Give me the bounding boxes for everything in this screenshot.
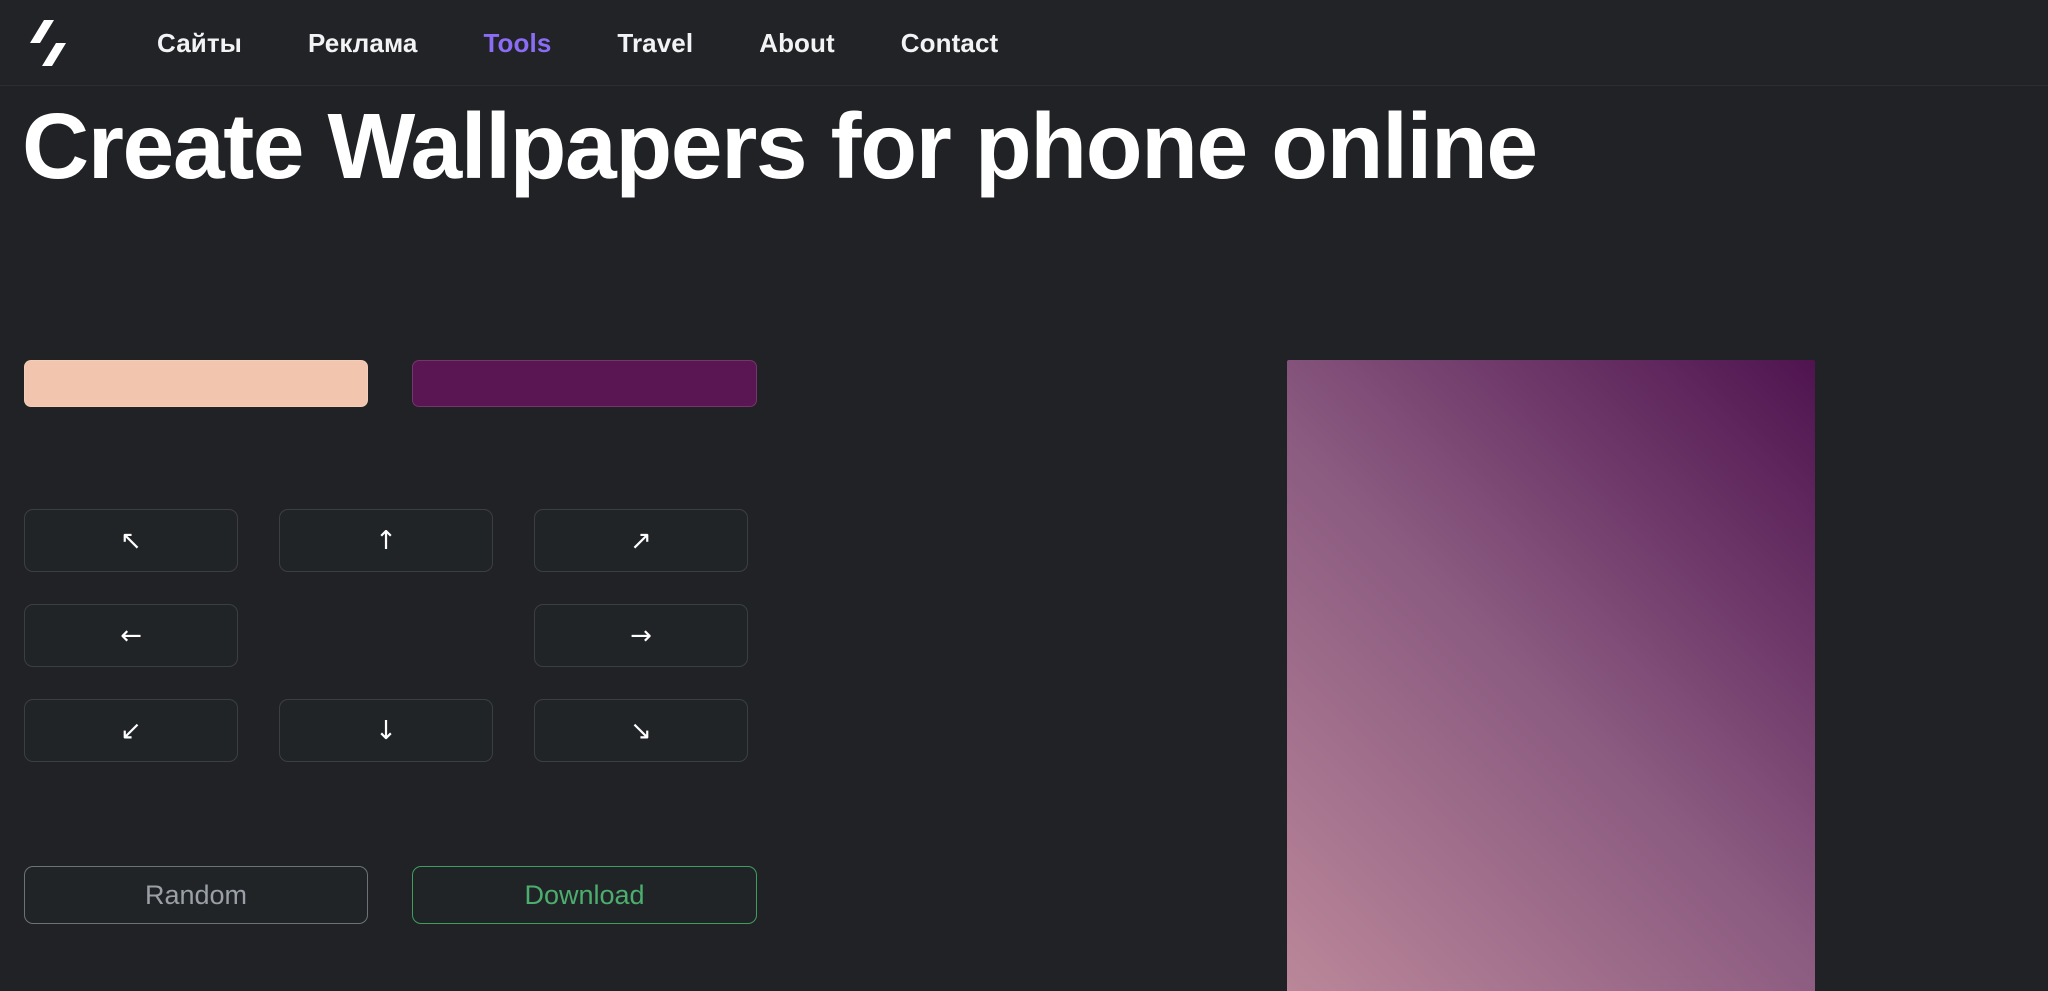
direction-left-button[interactable]: ← [24,604,238,667]
random-button[interactable]: Random [24,866,368,924]
gradient-direction-pad: ↖ ↑ ↗ ← → ↙ ↓ ↘ [24,509,784,762]
direction-down-left-button[interactable]: ↙ [24,699,238,762]
color-swatch-row [24,360,784,407]
color-swatch-end[interactable] [412,360,757,407]
direction-pad-center-gap [279,604,493,667]
direction-up-right-button[interactable]: ↗ [534,509,748,572]
direction-up-button[interactable]: ↑ [279,509,493,572]
action-button-row: Random Download [24,866,784,924]
nav-item-tools[interactable]: Tools [451,0,585,86]
nav-item-about[interactable]: About [726,0,868,86]
page-title: Create Wallpapers for phone online [22,94,1538,198]
top-navigation-bar: Сайты Реклама Tools Travel About Contact [0,0,2048,86]
nav-item-contact[interactable]: Contact [868,0,1031,86]
direction-up-left-button[interactable]: ↖ [24,509,238,572]
nav-link-list: Сайты Реклама Tools Travel About Contact [124,0,1031,86]
download-button[interactable]: Download [412,866,757,924]
nav-item-sajty[interactable]: Сайты [124,0,275,86]
lightning-slash-logo-icon[interactable] [24,16,70,70]
nav-item-travel[interactable]: Travel [584,0,726,86]
direction-down-right-button[interactable]: ↘ [534,699,748,762]
color-swatch-start[interactable] [24,360,368,407]
direction-right-button[interactable]: → [534,604,748,667]
gradient-controls-panel: ↖ ↑ ↗ ← → ↙ ↓ ↘ Random Download [24,360,784,924]
direction-down-button[interactable]: ↓ [279,699,493,762]
nav-item-reklama[interactable]: Реклама [275,0,451,86]
wallpaper-gradient-preview[interactable] [1287,360,1815,991]
